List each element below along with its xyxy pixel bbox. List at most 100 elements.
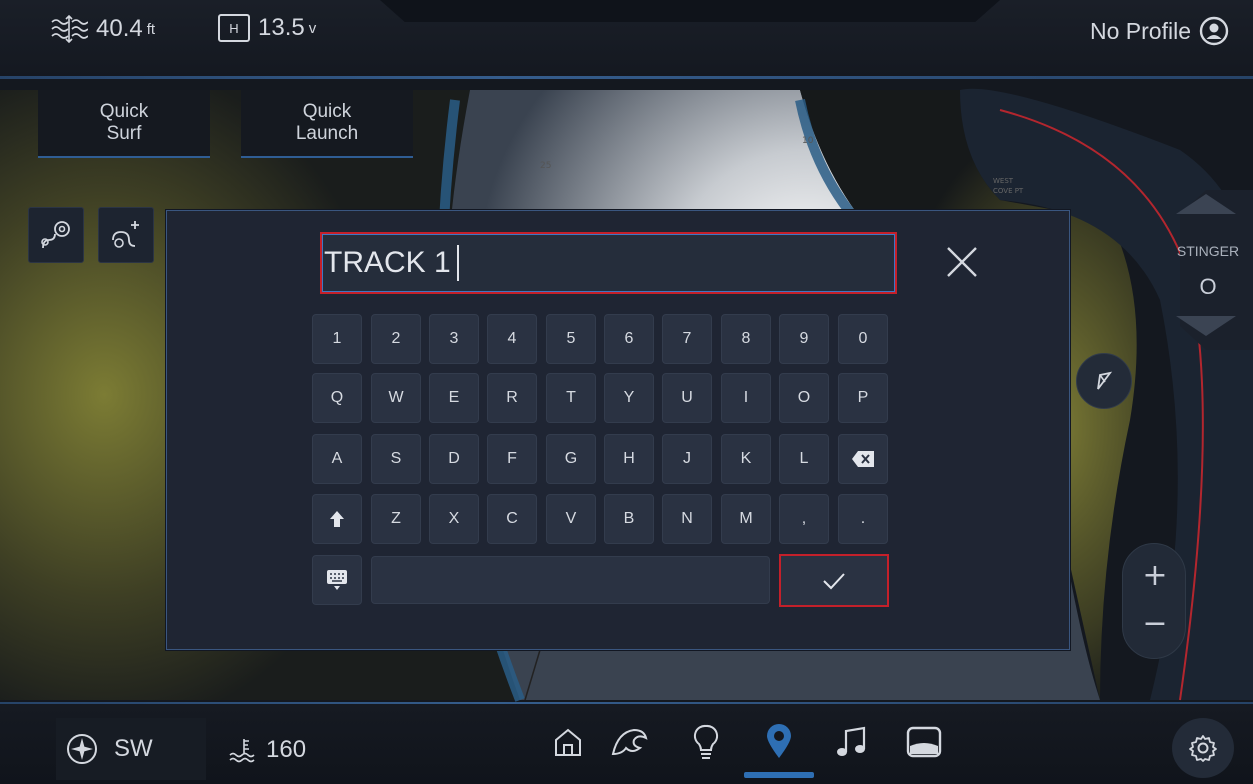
key-a[interactable]: A: [312, 434, 362, 484]
battery-icon: H: [218, 14, 250, 42]
key-0[interactable]: 0: [838, 314, 888, 364]
water-depth-icon: [51, 14, 88, 44]
key-e[interactable]: E: [429, 373, 479, 423]
key-z[interactable]: Z: [371, 494, 421, 544]
heading-up-button[interactable]: [1076, 353, 1132, 409]
bottom-depth-readout: 160: [228, 736, 306, 764]
depth-unit: ft: [146, 20, 156, 38]
backspace-key[interactable]: [838, 434, 888, 484]
track-name-value: TRACK 1: [324, 246, 451, 279]
close-dialog-button[interactable]: [938, 238, 986, 286]
depth-label-25: 25: [540, 161, 551, 171]
key-k[interactable]: K: [721, 434, 771, 484]
key-n[interactable]: N: [662, 494, 712, 544]
key-1[interactable]: 1: [312, 314, 362, 364]
depth-label-10: 10: [802, 136, 814, 146]
place-label-b: COVE PT: [993, 187, 1024, 195]
home-icon: [555, 728, 581, 756]
top-bar-accent-line: [0, 76, 1253, 79]
key-u[interactable]: U: [662, 373, 712, 423]
key-p[interactable]: P: [838, 373, 888, 423]
nav-home[interactable]: [542, 716, 594, 768]
quick-surf-line1: Quick: [99, 101, 149, 122]
profile-label: No Profile: [1090, 17, 1191, 44]
top-bar-notch: [380, 0, 1000, 22]
route-pin-icon: [41, 221, 70, 249]
battery-unit: v: [308, 19, 317, 37]
key-m[interactable]: M: [721, 494, 771, 544]
key-w[interactable]: W: [371, 373, 421, 423]
stinger-value: O: [1199, 274, 1217, 299]
battery-value: 13.5: [258, 14, 305, 41]
key-r[interactable]: R: [487, 373, 537, 423]
key-5[interactable]: 5: [546, 314, 596, 364]
routes-button[interactable]: [28, 207, 84, 263]
shift-key[interactable]: [312, 494, 362, 544]
quick-launch-line1: Quick: [302, 101, 352, 122]
key-j[interactable]: J: [662, 434, 712, 484]
keyboard-hide-key[interactable]: [312, 555, 362, 605]
keyboard-icon: [327, 570, 347, 590]
key-x[interactable]: X: [429, 494, 479, 544]
key-6[interactable]: 6: [604, 314, 654, 364]
key-o[interactable]: O: [779, 373, 829, 423]
light-bulb-icon: [693, 724, 719, 759]
quick-surf-button[interactable]: Quick Surf: [38, 90, 210, 158]
key-b[interactable]: B: [604, 494, 654, 544]
key-h[interactable]: H: [604, 434, 654, 484]
confirm-key[interactable]: [779, 554, 889, 607]
key-comma[interactable]: ,: [779, 494, 829, 544]
key-v[interactable]: V: [546, 494, 596, 544]
space-key[interactable]: [371, 556, 770, 604]
zoom-out-button[interactable]: −: [1123, 606, 1187, 641]
quick-launch-line2: Launch: [295, 123, 359, 144]
settings-button[interactable]: [1172, 718, 1234, 778]
add-route-button[interactable]: [98, 207, 154, 263]
key-7[interactable]: 7: [662, 314, 712, 364]
track-name-input[interactable]: TRACK 1: [320, 232, 897, 294]
key-4[interactable]: 4: [487, 314, 537, 364]
compass-arrow-icon: [1097, 371, 1113, 390]
key-8[interactable]: 8: [721, 314, 771, 364]
key-q[interactable]: Q: [312, 373, 362, 423]
text-cursor: [456, 245, 459, 281]
gear-icon: [1189, 735, 1217, 762]
nav-audio[interactable]: [826, 716, 878, 768]
nav-active-indicator: [744, 772, 814, 778]
music-icon: [837, 726, 866, 756]
key-l[interactable]: L: [779, 434, 829, 484]
stinger-control: [1176, 190, 1253, 350]
nav-ballast[interactable]: [898, 716, 950, 768]
nav-map[interactable]: [753, 716, 805, 768]
zoom-control: + −: [1122, 543, 1186, 659]
key-9[interactable]: 9: [779, 314, 829, 364]
heading-readout: SW: [56, 718, 206, 780]
key-c[interactable]: C: [487, 494, 537, 544]
bottom-depth-value: 160: [266, 736, 307, 763]
battery-icon-letter: H: [229, 20, 239, 36]
key-i[interactable]: I: [721, 373, 771, 423]
nav-lighting[interactable]: [680, 716, 732, 768]
key-3[interactable]: 3: [429, 314, 479, 364]
key-period[interactable]: .: [838, 494, 888, 544]
checkmark-icon: [823, 572, 845, 589]
key-y[interactable]: Y: [604, 373, 654, 423]
place-label-a: WEST: [993, 177, 1014, 185]
key-d[interactable]: D: [429, 434, 479, 484]
key-2[interactable]: 2: [371, 314, 421, 364]
key-f[interactable]: F: [487, 434, 537, 484]
key-t[interactable]: T: [546, 373, 596, 423]
nav-surf[interactable]: [604, 716, 656, 768]
zoom-in-button[interactable]: +: [1123, 558, 1187, 593]
add-route-icon: [112, 221, 139, 248]
key-g[interactable]: G: [546, 434, 596, 484]
depth-gauge-icon: [229, 739, 255, 763]
key-s[interactable]: S: [371, 434, 421, 484]
close-icon: [947, 247, 977, 277]
stinger-label: STINGER: [1176, 243, 1240, 259]
quick-launch-button[interactable]: Quick Launch: [241, 90, 413, 158]
backspace-icon: [852, 451, 874, 467]
profile-button[interactable]: No Profile: [1090, 16, 1229, 46]
heading-value: SW: [114, 735, 153, 762]
map-pin-icon: [767, 724, 791, 758]
